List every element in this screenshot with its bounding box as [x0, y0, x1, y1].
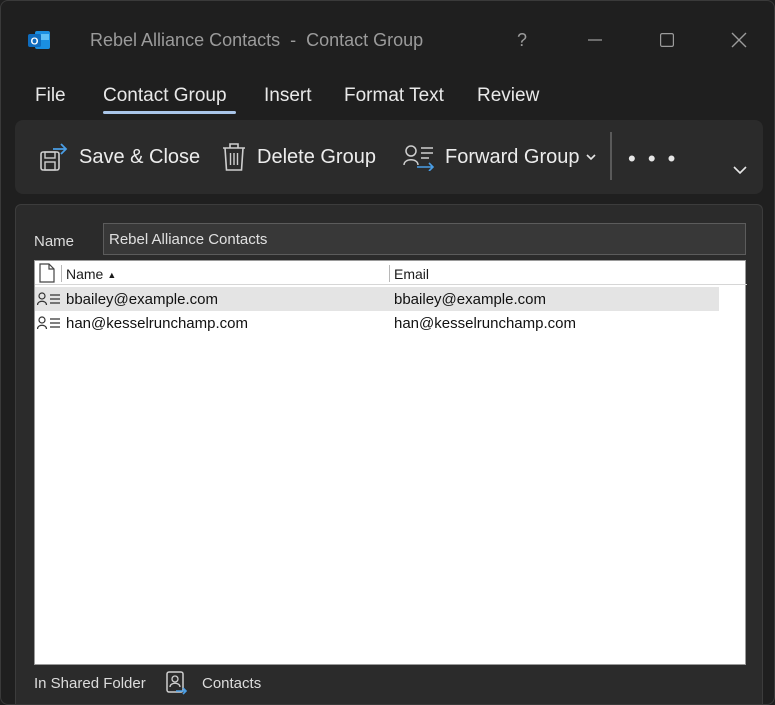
member-name: han@kesselrunchamp.com	[66, 315, 248, 332]
close-button[interactable]	[722, 23, 756, 57]
window-title: Rebel Alliance Contacts - Contact Group	[90, 30, 424, 50]
members-list-header: Name ▲ Email	[35, 261, 747, 285]
more-commands-button[interactable]: • • •	[628, 146, 678, 172]
active-tab-indicator	[103, 111, 236, 114]
tab-review[interactable]: Review	[477, 85, 539, 107]
contact-icon	[36, 292, 61, 310]
forward-group-icon	[403, 145, 435, 171]
tab-format-text[interactable]: Format Text	[344, 85, 444, 107]
forward-group-label: Forward Group	[445, 145, 580, 168]
save-close-button[interactable]: Save & Close	[39, 138, 200, 176]
column-divider[interactable]	[61, 265, 62, 282]
chevron-down-icon	[733, 166, 747, 175]
save-close-label: Save & Close	[79, 145, 201, 168]
save-close-icon	[40, 143, 68, 171]
shared-folder-name[interactable]: Contacts	[202, 675, 261, 692]
delete-group-label: Delete Group	[257, 145, 376, 168]
tab-insert[interactable]: Insert	[264, 85, 312, 107]
column-divider[interactable]	[389, 265, 390, 282]
maximize-button[interactable]	[650, 23, 684, 57]
contacts-folder-icon	[164, 670, 188, 700]
document-icon	[39, 263, 55, 283]
ribbon-expand-button[interactable]	[733, 162, 747, 178]
maximize-icon	[660, 33, 674, 47]
close-icon	[731, 32, 747, 48]
minimize-button[interactable]	[578, 23, 612, 57]
tab-file[interactable]: File	[35, 85, 66, 107]
delete-group-button[interactable]: Delete Group	[221, 138, 376, 176]
svg-text:O: O	[31, 37, 39, 48]
tab-contact-group[interactable]: Contact Group	[103, 85, 227, 107]
ribbon-separator	[610, 132, 612, 180]
item-type-column-header[interactable]	[38, 263, 56, 286]
member-name: bbailey@example.com	[66, 291, 218, 308]
contact-group-panel: Name Name▲ Email	[15, 204, 763, 704]
title-bar: O Rebel Alliance Contacts - Contact Grou…	[1, 1, 774, 77]
ribbon-toolbar: Save & Close Delete Group Forward Group	[15, 120, 763, 194]
contact-group-window: O Rebel Alliance Contacts - Contact Grou…	[0, 0, 775, 705]
group-name-input[interactable]	[103, 223, 746, 255]
member-email: han@kesselrunchamp.com	[394, 315, 576, 332]
name-column-label: Name	[66, 266, 104, 282]
ribbon-tabs: File Contact Group Insert Format Text Re…	[1, 85, 774, 117]
table-row[interactable]: bbailey@example.com bbailey@example.com	[35, 287, 719, 311]
chevron-down-icon	[585, 154, 596, 161]
member-email: bbailey@example.com	[394, 291, 546, 308]
sort-ascending-icon: ▲	[107, 270, 117, 280]
contact-icon	[36, 316, 61, 334]
trash-icon	[223, 143, 245, 171]
table-row[interactable]: han@kesselrunchamp.com han@kesselruncham…	[35, 311, 719, 335]
forward-group-button[interactable]: Forward Group	[403, 138, 596, 176]
name-column-header[interactable]: Name ▲	[66, 266, 116, 282]
help-button[interactable]: ?	[505, 23, 539, 57]
members-list[interactable]: Name ▲ Email bbailey@example.com bbailey@…	[34, 260, 747, 665]
shared-folder-label: In Shared Folder	[34, 675, 146, 692]
outlook-app-icon: O	[27, 28, 51, 52]
minimize-icon	[588, 39, 602, 41]
folder-footer: In Shared Folder Contacts	[34, 670, 746, 700]
name-label: Name	[34, 233, 75, 250]
email-column-header[interactable]: Email	[394, 266, 429, 282]
